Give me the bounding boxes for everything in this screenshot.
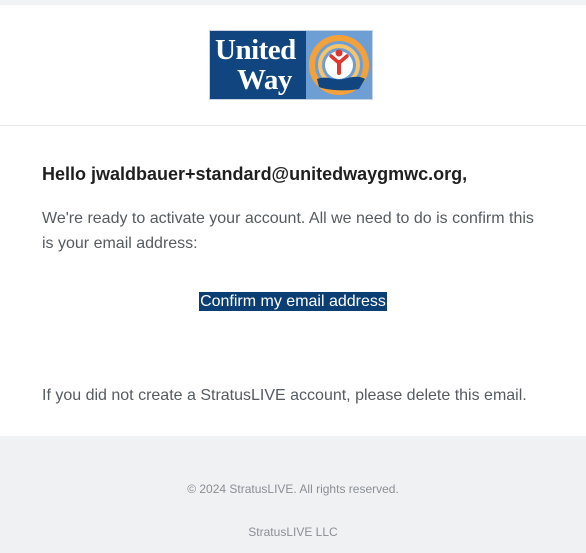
copyright-text: © 2024 StratusLIVE. All rights reserved.: [187, 482, 399, 496]
email-content: Hello jwaldbauer+standard@unitedwaygmwc.…: [0, 163, 586, 406]
united-way-logo: United Way: [209, 30, 373, 100]
logo-word-united: United: [215, 34, 296, 66]
email-footer: © 2024 StratusLIVE. All rights reserved.…: [0, 436, 586, 553]
logo-wordmark: United Way: [210, 31, 306, 99]
cta-container: Confirm my email address: [42, 292, 544, 311]
greeting-heading: Hello jwaldbauer+standard@unitedwaygmwc.…: [42, 164, 468, 184]
company-name: StratusLIVE LLC: [248, 525, 338, 539]
confirm-email-button[interactable]: Confirm my email address: [199, 292, 387, 311]
logo-emblem: [306, 31, 372, 99]
ignore-notice: If you did not create a StratusLIVE acco…: [42, 387, 527, 404]
body-text: We're ready to activate your account. Al…: [42, 210, 534, 252]
united-way-hand-rainbow-person-icon: [309, 35, 369, 95]
email-header: United Way: [0, 5, 586, 126]
logo-word-way: Way: [237, 64, 292, 96]
